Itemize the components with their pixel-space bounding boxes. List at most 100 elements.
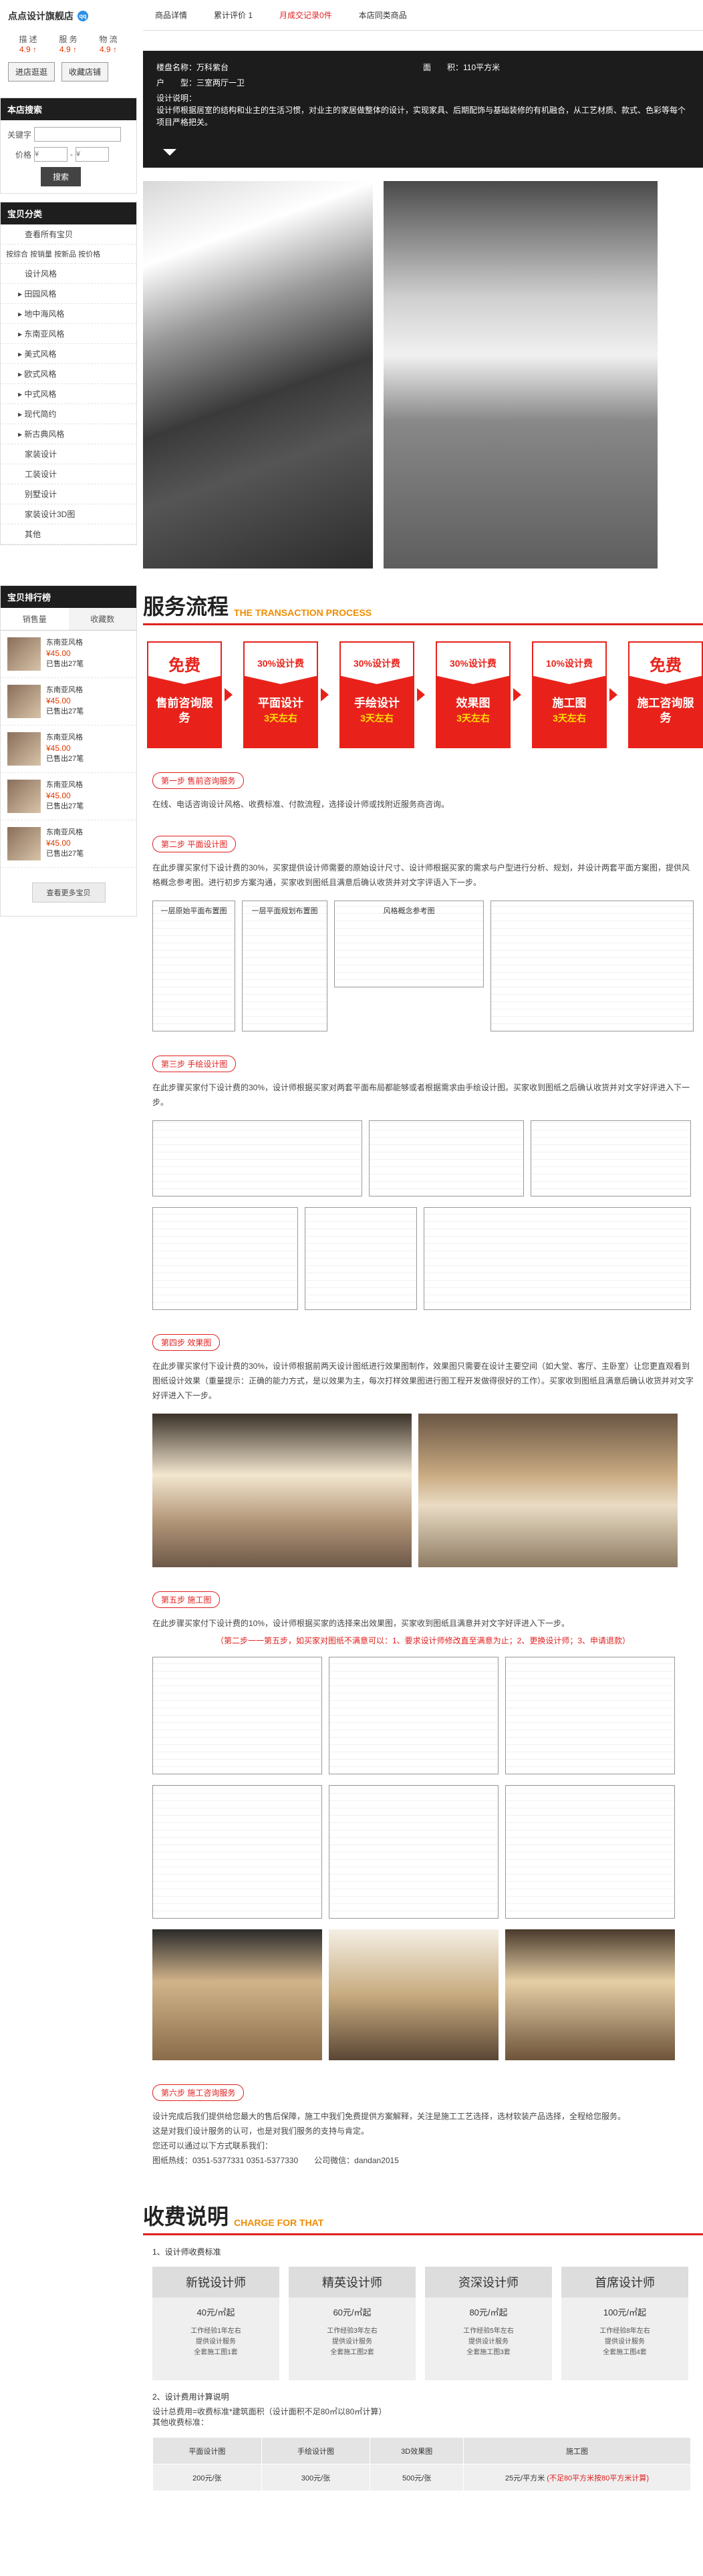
floor-plan-detail — [490, 901, 694, 1031]
construction-drawing — [505, 1785, 675, 1919]
flow-step: 30%设计费 手绘设计 3天左右 — [339, 641, 414, 748]
step5-heading: 第五步 施工图 — [152, 1591, 221, 1608]
product-thumbnail[interactable] — [7, 685, 41, 718]
step5-text: 在此步骤买家付下设计费的10%，设计师根据买家的选择来出效果图，买家收到图纸且满… — [152, 1619, 570, 1628]
designer-card: 资深设计师 80元/㎡起 工作经验5年左右 提供设计服务 全套施工图3套 — [425, 2267, 552, 2380]
shop-search-title: 本店搜索 — [1, 98, 136, 120]
sidebar: 点点设计旗舰店 qq 描 述 4.9 ↑ 服 务 4.9 ↑ 物 流 4.9 ↑ 进店… — [0, 0, 137, 925]
product-thumbnail[interactable] — [7, 827, 41, 860]
category-item[interactable]: 家装设计 — [1, 444, 136, 464]
elevation-drawing — [424, 1207, 691, 1310]
rank-item[interactable]: 东南亚风格 ¥45.00 已售出27笔 — [1, 820, 136, 868]
rating-logistics: 物 流 4.9 ↑ — [99, 35, 118, 54]
product-thumbnail[interactable] — [7, 780, 41, 813]
price-to-input[interactable] — [76, 147, 110, 162]
step4-text: 在此步骤买家付下设计费的30%，设计师根据前两天设计图纸进行效果图制作，效果图只… — [152, 1361, 694, 1400]
step1-heading: 第一步 售前咨询服务 — [152, 772, 245, 789]
search-button[interactable]: 搜索 — [41, 167, 82, 186]
category-item[interactable]: ▸ 新古典风格 — [1, 424, 136, 444]
rank-panel: 宝贝排行榜 销售量 收藏数 东南亚风格 ¥45.00 已售出27笔 东南亚风格 ¥45… — [0, 585, 137, 917]
tab-reviews[interactable]: 累计评价 1 — [214, 9, 253, 21]
step3-heading: 第三步 手绘设计图 — [152, 1056, 237, 1072]
product-thumbnail[interactable] — [7, 637, 41, 671]
category-item[interactable]: 家装设计3D图 — [1, 504, 136, 524]
rendering-room — [329, 1929, 499, 2060]
category-item[interactable]: ▸ 欧式风格 — [1, 364, 136, 384]
arrow-right-icon — [513, 688, 521, 701]
construction-drawing — [505, 1657, 675, 1774]
category-item[interactable]: 别墅设计 — [1, 484, 136, 504]
price-from-input[interactable] — [34, 147, 68, 162]
category-view-all[interactable]: 查看所有宝贝 — [1, 224, 136, 245]
step3-text: 在此步骤买家付下设计费的30%，设计师根据买家对两套平面布局都能够或者根据需求由… — [152, 1083, 690, 1107]
shop-name[interactable]: 点点设计旗舰店 qq — [0, 0, 137, 29]
tab-product-detail[interactable]: 商品详情 — [155, 9, 187, 21]
category-sort-options[interactable]: 按综合 按销量 按新品 按价格 — [1, 245, 136, 264]
tab-similar-products[interactable]: 本店同类商品 — [359, 9, 407, 21]
rank-item[interactable]: 东南亚风格 ¥45.00 已售出27笔 — [1, 773, 136, 820]
category-item[interactable]: ▸ 东南亚风格 — [1, 324, 136, 344]
elevation-drawing — [152, 1120, 362, 1196]
rank-item[interactable]: 东南亚风格 ¥45.00 已售出27笔 — [1, 631, 136, 678]
rendering-living-room — [152, 1414, 412, 1567]
favorite-shop-button[interactable]: 收藏店铺 — [61, 62, 109, 82]
flow-step: 免费 施工咨询服务 — [628, 641, 703, 748]
rank-title: 宝贝排行榜 — [1, 586, 136, 608]
rank-item[interactable]: 东南亚风格 ¥45.00 已售出27笔 — [1, 678, 136, 726]
enter-shop-button[interactable]: 进店逛逛 — [8, 62, 55, 82]
flow-step: 30%设计费 效果图 3天左右 — [436, 641, 511, 748]
flow-step: 30%设计费 平面设计 3天左右 — [243, 641, 318, 748]
step2-text: 在此步骤买家付下设计费的30%，买家提供设计师需要的原始设计尺寸、设计师根据买家… — [152, 863, 690, 887]
keyword-input[interactable] — [34, 127, 122, 142]
category-item[interactable]: ▸ 美式风格 — [1, 344, 136, 364]
elevation-drawing — [531, 1120, 691, 1196]
shop-name-text[interactable]: 点点设计旗舰店 — [8, 9, 74, 23]
step2-heading: 第二步 平面设计图 — [152, 836, 237, 852]
elevation-drawing — [305, 1207, 417, 1310]
product-thumbnail[interactable] — [7, 732, 41, 766]
rendering-room — [152, 1929, 322, 2060]
desc-text: 设计师根据居室的结构和业主的生活习惯，对业主的家居做整体的设计，实现家具、后期配… — [156, 106, 686, 127]
step4-heading: 第四步 效果图 — [152, 1334, 221, 1351]
category-design-style[interactable]: 设计风格 — [1, 264, 136, 284]
shop-ratings: 描 述 4.9 ↑ 服 务 4.9 ↑ 物 流 4.9 ↑ — [0, 29, 137, 54]
view-more-button[interactable]: 查看更多宝贝 — [31, 882, 106, 903]
category-item[interactable]: 工装设计 — [1, 464, 136, 484]
desc-title: 设计说明： — [156, 94, 197, 103]
arrow-right-icon — [417, 688, 425, 701]
category-item[interactable]: ▸ 田园风格 — [1, 284, 136, 304]
category-item[interactable]: ▸ 中式风格 — [1, 384, 136, 404]
arrow-right-icon — [609, 688, 617, 701]
flow-section-title: 服务流程 THE TRANSACTION PROCESS — [143, 590, 703, 625]
category-panel: 宝贝分类 查看所有宝贝 按综合 按销量 按新品 按价格 设计风格 ▸ 田园风格 … — [0, 202, 137, 545]
office-photo-1 — [143, 181, 373, 569]
down-arrow-icon — [163, 149, 176, 156]
price-label: 价格 — [15, 150, 32, 160]
fee-formula: 设计总费用=收费标准*建筑面积（设计面积不足80㎡以80㎡计算） 其他收费标准： — [152, 2407, 387, 2427]
rank-item[interactable]: 东南亚风格 ¥45.00 已售出27笔 — [1, 726, 136, 773]
office-photo-2 — [384, 181, 658, 569]
area: 面 积：110平方米 — [423, 63, 501, 72]
tab-monthly-sales[interactable]: 月成交记录0件 — [279, 9, 332, 21]
style-reference: 风格概念参考图 — [334, 901, 484, 987]
arrow-right-icon — [225, 688, 233, 701]
category-item[interactable]: ▸ 地中海风格 — [1, 304, 136, 324]
keyword-label: 关键字 — [7, 130, 32, 140]
tab-sales[interactable]: 销售量 — [1, 608, 69, 630]
flow-step: 免费 售前咨询服务 — [147, 641, 222, 748]
tab-favorites[interactable]: 收藏数 — [68, 608, 136, 630]
project-info: 楼盘名称：万科紫台 面 积：110平方米 户 型：三室两厅一卫 设计说明： 设计… — [143, 51, 703, 168]
construction-drawing — [152, 1657, 322, 1774]
qq-icon[interactable]: qq — [78, 11, 88, 21]
category-item[interactable]: ▸ 现代简约 — [1, 404, 136, 424]
elevation-drawing — [152, 1207, 298, 1310]
construction-drawing — [329, 1657, 499, 1774]
rating-service: 服 务 4.9 ↑ — [59, 35, 78, 54]
community-name: 楼盘名称：万科紫台 — [156, 63, 229, 72]
flow-step: 10%设计费 施工图 3天左右 — [532, 641, 607, 748]
layout: 户 型：三室两厅一卫 — [156, 78, 245, 88]
arrow-right-icon — [321, 688, 329, 701]
category-item[interactable]: 其他 — [1, 524, 136, 544]
main-content: 商品详情 累计评价 1 月成交记录0件 本店同类商品 楼盘名称：万科紫台 面 积… — [143, 0, 703, 2491]
step6-heading: 第六步 施工咨询服务 — [152, 2084, 245, 2101]
